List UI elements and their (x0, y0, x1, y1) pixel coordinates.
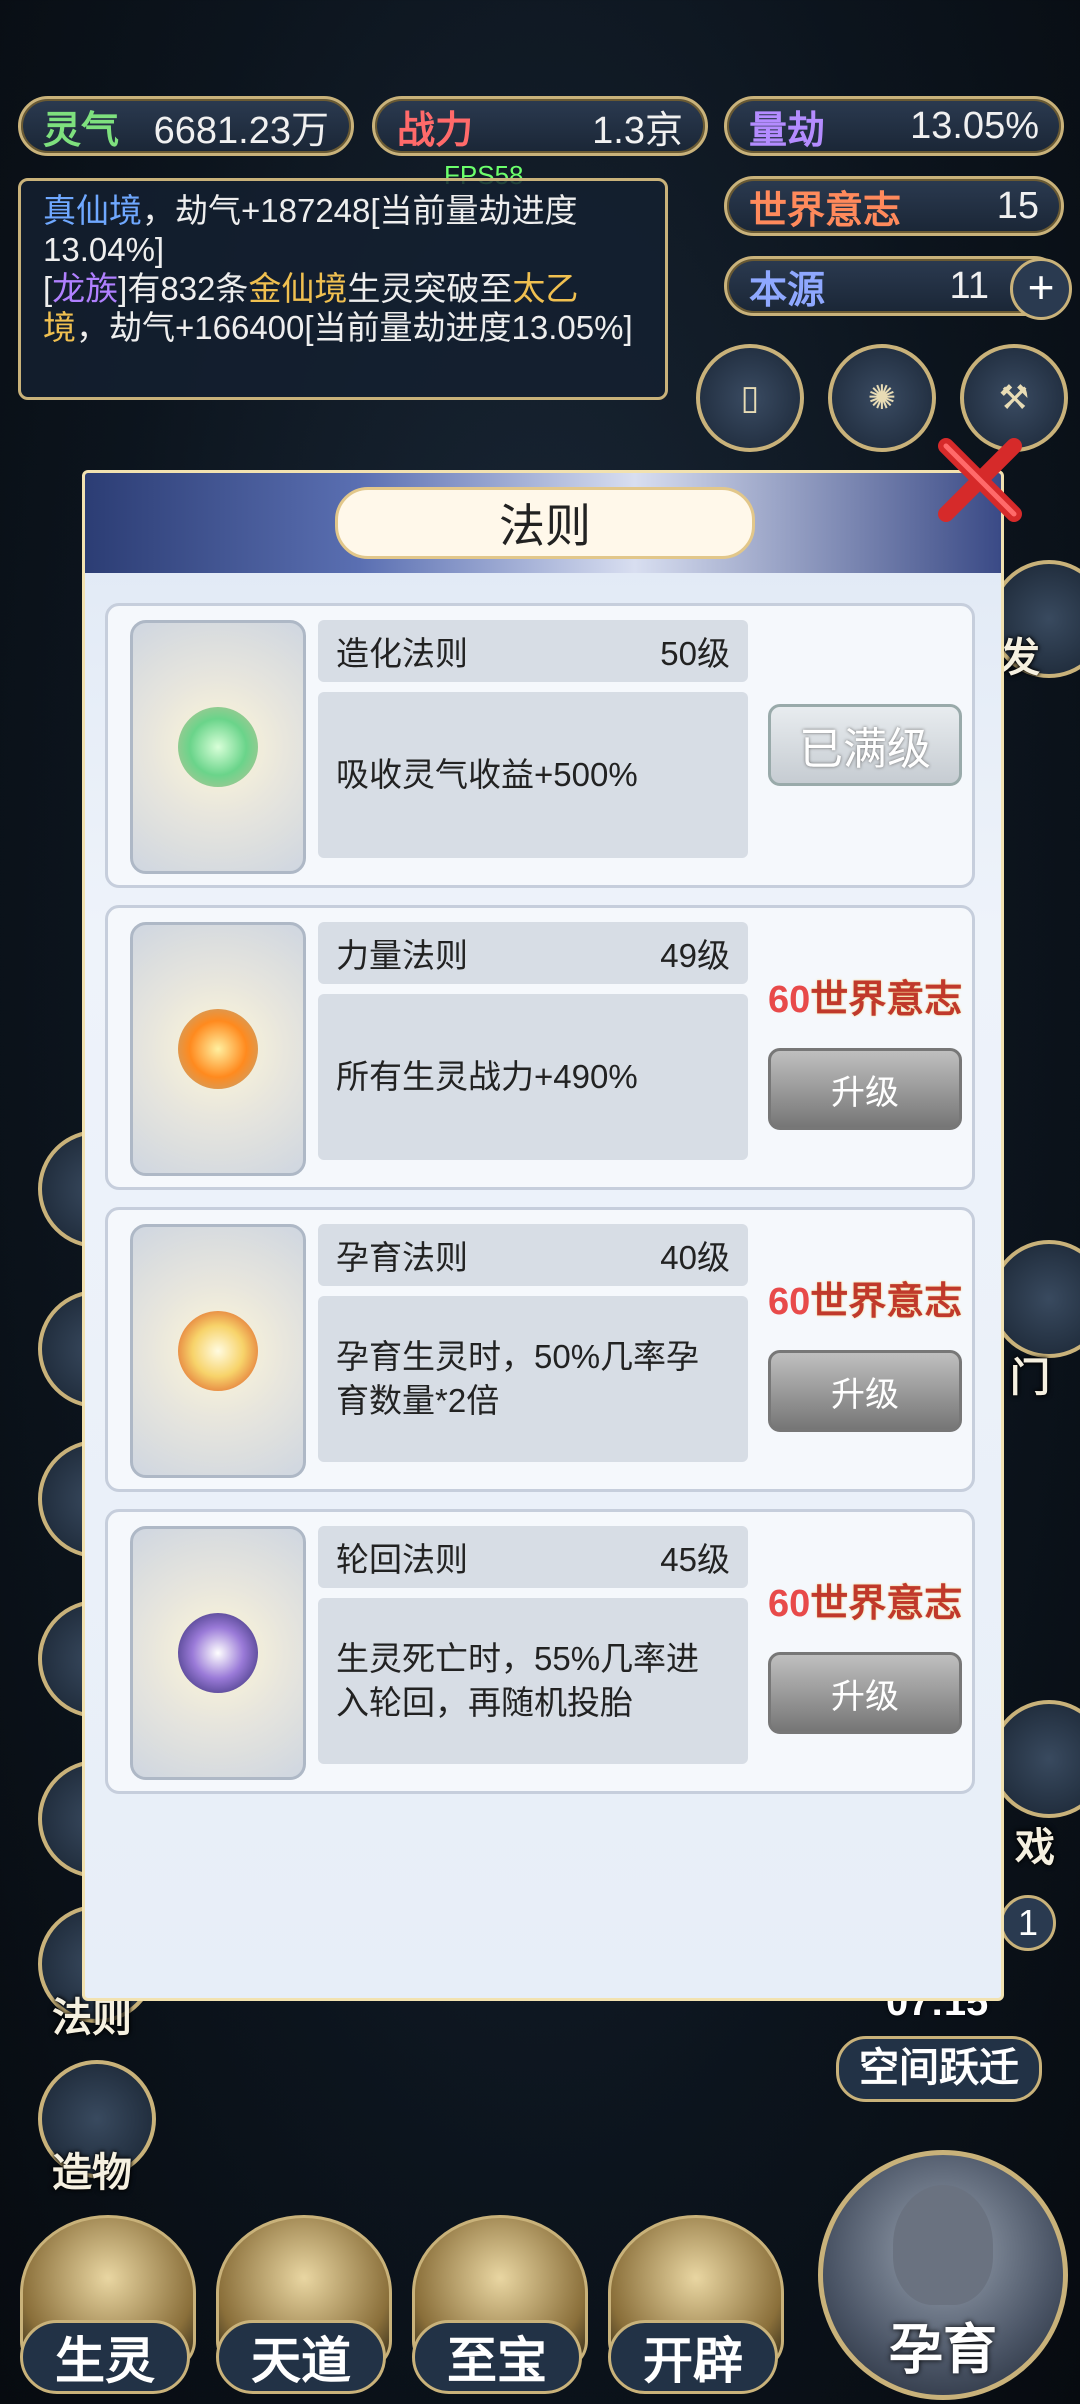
yunyu-main-label: 孕育 (889, 2320, 997, 2380)
liliang-desc: 所有生灵战力+490% (318, 994, 748, 1160)
yunyu-orb-icon (178, 1311, 258, 1391)
lunhui-level: 45级 (660, 1541, 730, 1578)
yunyu-main-button[interactable]: 孕育 (818, 2150, 1068, 2400)
yunyu-cost-num: 60 (768, 1281, 811, 1323)
log-bracket: [ (43, 270, 53, 307)
lunhui-upgrade-button[interactable]: 升级 (768, 1652, 962, 1734)
liliang-cost-num: 60 (768, 979, 811, 1021)
right-side-count: 1 (1017, 1902, 1039, 1943)
modal-title: 法则 (335, 487, 755, 559)
lunhui-cost-unit: 世界意志 (810, 1583, 963, 1625)
liliang-level: 49级 (660, 937, 730, 974)
shijie-value: 15 (996, 184, 1039, 227)
shijie-label: 世界意志 (749, 189, 902, 232)
shijie-stat: 世界意志 15 (724, 176, 1064, 236)
lunhui-cost-num: 60 (768, 1583, 811, 1625)
lunhui-desc: 生灵死亡时，55%几率进入轮回，再随机投胎 (318, 1598, 748, 1764)
nav-kaipi-label: 开辟 (608, 2320, 778, 2394)
yunyu-namebar: 孕育法则 40级 (318, 1224, 748, 1286)
vortex-button[interactable]: ✺ (828, 344, 936, 452)
log-realm-2: 金仙境 (248, 270, 348, 307)
liliang-orb-icon (178, 1009, 258, 1089)
log-realm-1: 真仙境 (43, 192, 142, 229)
lingqi-value: 6681.23万 (153, 109, 329, 152)
zaowu-side-label: 造物 (52, 2151, 132, 2195)
zaohua-namebar: 造化法则 50级 (318, 620, 748, 682)
benyuan-value: 11 (949, 264, 989, 307)
yunyu-cost-unit: 世界意志 (810, 1281, 963, 1323)
card-icon: ▯ (740, 379, 760, 417)
zhanli-label: 战力 (397, 109, 474, 152)
right-side-count-badge: 1 (1000, 1895, 1056, 1951)
zaohua-level: 50级 (660, 635, 730, 672)
vortex-icon: ✺ (867, 379, 897, 417)
liliang-namebar: 力量法则 49级 (318, 922, 748, 984)
plus-icon: + (1027, 261, 1055, 313)
lunhui-name: 轮回法则 (336, 1541, 468, 1578)
nav-tiandao-label: 天道 (216, 2320, 386, 2394)
zaohua-name: 造化法则 (336, 635, 468, 672)
nav-zhibao-label: 至宝 (412, 2320, 582, 2394)
maxed-button[interactable]: 已满级 (768, 704, 962, 786)
zaohua-orb-icon (178, 707, 258, 787)
zhanli-stat: 战力 1.3京 (372, 96, 708, 156)
right-side-label-fa: 发 (1000, 636, 1040, 680)
yunyu-art (130, 1224, 306, 1478)
yunyu-level: 40级 (660, 1239, 730, 1276)
liliang-upgrade-button[interactable]: 升级 (768, 1048, 962, 1130)
liangjie-value: 13.05% (910, 104, 1039, 147)
liliang-name: 力量法则 (336, 937, 468, 974)
yunyu-cost: 60世界意志 (768, 1270, 962, 1325)
log-text-2: ，劫气+166400[当前量劫进度13.05%] (76, 309, 633, 346)
yunyu-name: 孕育法则 (336, 1239, 468, 1276)
card-button[interactable]: ▯ (696, 344, 804, 452)
liangjie-label: 量劫 (749, 109, 826, 152)
zaohua-desc: 吸收灵气收益+500% (318, 692, 748, 858)
law-modal: 法则 造化法则 50级 吸收灵气收益+500% 已满级 力量法则 49级 所有生… (82, 470, 1004, 2001)
nav-shengling-label: 生灵 (20, 2320, 190, 2394)
law-card-yunyu: 孕育法则 40级 孕育生灵时，50%几率孕育数量*2倍 60世界意志 升级 (105, 1207, 975, 1492)
liliang-cost: 60世界意志 (768, 968, 962, 1023)
law-card-zaohua: 造化法则 50级 吸收灵气收益+500% 已满级 (105, 603, 975, 888)
hammer-icon: ⚒ (998, 379, 1030, 417)
law-card-lunhui: 轮回法则 45级 生灵死亡时，55%几率进入轮回，再随机投胎 60世界意志 升级 (105, 1509, 975, 1794)
lunhui-orb-icon (178, 1613, 258, 1693)
log-breakthrough: 生灵突破至 (347, 270, 513, 307)
lunhui-cost: 60世界意志 (768, 1572, 962, 1627)
log-count: ]有832条 (118, 270, 249, 307)
yunyu-figure-icon (893, 2185, 993, 2305)
event-log: 真仙境，劫气+187248[当前量劫进度13.04%] [龙族]有832条金仙境… (18, 178, 668, 400)
liliang-cost-unit: 世界意志 (810, 979, 963, 1021)
log-race: 龙族 (52, 270, 119, 307)
right-side-label-xi: 戏 (1015, 1826, 1055, 1870)
right-side-label-men: 门 (1010, 1356, 1050, 1400)
zaohua-art (130, 620, 306, 874)
liliang-art (130, 922, 306, 1176)
close-icon (938, 438, 1022, 522)
add-benyuan-button[interactable]: + (1010, 258, 1072, 320)
lunhui-art (130, 1526, 306, 1780)
lunhui-namebar: 轮回法则 45级 (318, 1526, 748, 1588)
lingqi-stat: 灵气 6681.23万 (18, 96, 354, 156)
yunyu-desc: 孕育生灵时，50%几率孕育数量*2倍 (318, 1296, 748, 1462)
benyuan-label: 本源 (749, 269, 826, 312)
law-card-liliang: 力量法则 49级 所有生灵战力+490% 60世界意志 升级 (105, 905, 975, 1190)
close-button[interactable] (930, 430, 1030, 530)
lingqi-label: 灵气 (43, 109, 120, 152)
zhanli-value: 1.3京 (592, 109, 683, 152)
space-jump-label: 空间跃迁 (836, 2036, 1042, 2102)
yunyu-upgrade-button[interactable]: 升级 (768, 1350, 962, 1432)
liangjie-stat: 量劫 13.05% (724, 96, 1064, 156)
